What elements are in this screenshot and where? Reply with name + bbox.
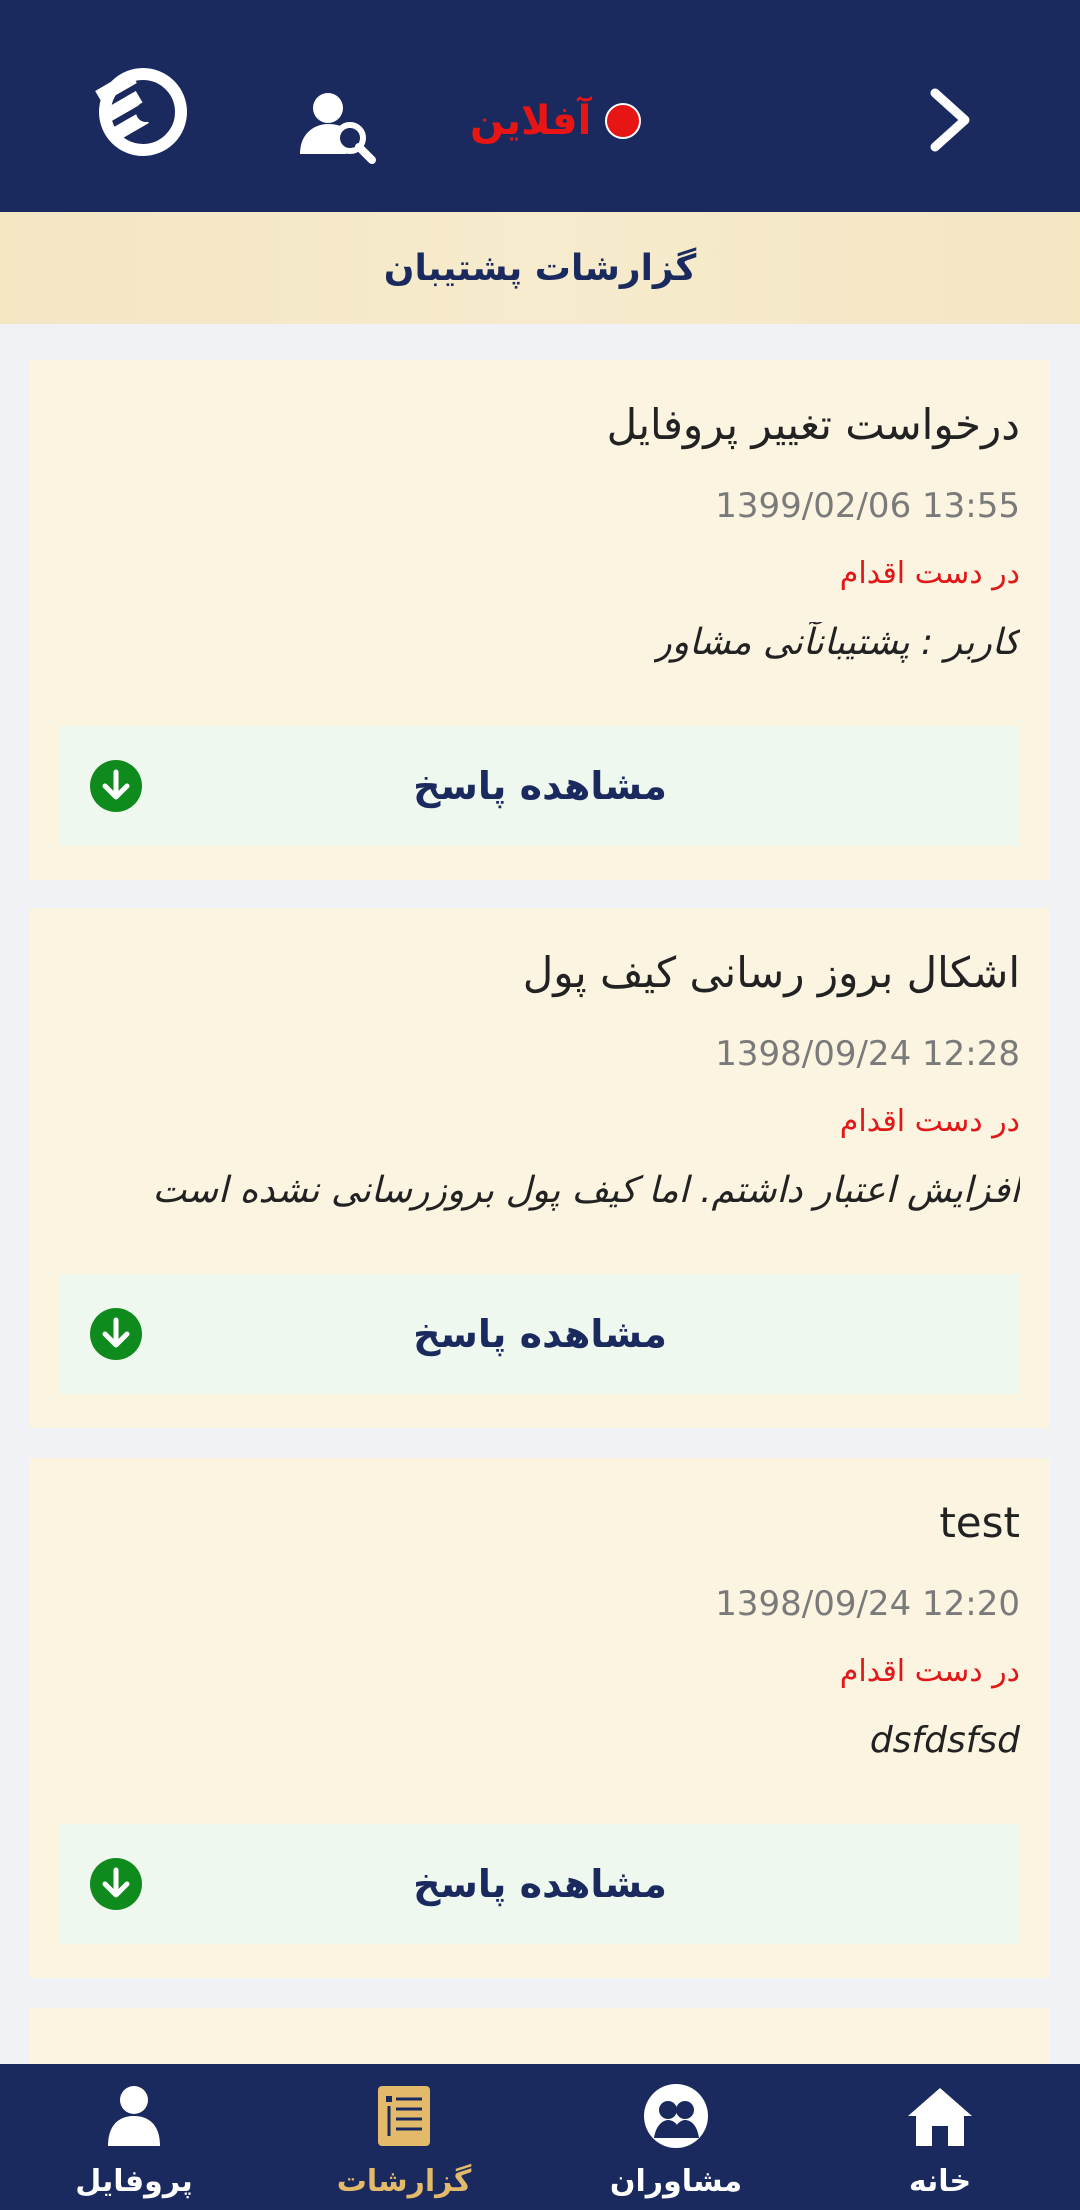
view-reply-label: مشاهده پاسخ — [413, 1862, 667, 1906]
app-logo-icon — [95, 68, 187, 156]
advisors-icon — [644, 2084, 708, 2148]
report-status: در دست اقدام — [839, 556, 1020, 591]
connection-status: آفلاین — [470, 96, 642, 146]
report-card — [30, 2008, 1050, 2064]
top-app-bar: آفلاین — [0, 0, 1080, 212]
report-status: در دست اقدام — [839, 1654, 1020, 1689]
nav-item-home[interactable]: خانه — [840, 2064, 1040, 2210]
app-logo — [88, 50, 188, 160]
arrow-down-circle-icon — [90, 760, 142, 812]
report-status: در دست اقدام — [839, 1104, 1020, 1139]
nav-item-profile[interactable]: پروفایل — [34, 2064, 234, 2210]
chevron-right-icon — [930, 88, 970, 152]
view-reply-button[interactable]: مشاهده پاسخ — [60, 1824, 1020, 1944]
status-dot-icon — [605, 103, 642, 139]
bottom-navigation: پروفایل گزارشات مشاوران خانه — [0, 2064, 1080, 2210]
arrow-down-circle-icon — [90, 1858, 142, 1910]
home-icon — [908, 2088, 972, 2146]
view-reply-button[interactable]: مشاهده پاسخ — [60, 726, 1020, 846]
report-date: 1398/09/24 12:28 — [715, 1034, 1020, 1074]
view-reply-label: مشاهده پاسخ — [413, 1312, 667, 1356]
nav-item-advisors[interactable]: مشاوران — [576, 2064, 776, 2210]
view-reply-button[interactable]: مشاهده پاسخ — [60, 1274, 1020, 1394]
profile-icon — [108, 2086, 160, 2146]
back-button[interactable] — [920, 80, 980, 160]
page-title-strip: گزارشات پشتیبان — [0, 212, 1080, 324]
nav-label-home: خانه — [908, 2164, 972, 2199]
nav-label-profile: پروفایل — [75, 2164, 193, 2199]
report-title: test — [939, 1498, 1020, 1547]
user-search-icon — [300, 93, 376, 164]
arrow-down-circle-icon — [90, 1308, 142, 1360]
report-title: اشکال بروز رسانی کیف پول — [522, 948, 1020, 997]
report-card: درخواست تغییر پروفایل 1399/02/06 13:55 د… — [30, 360, 1050, 880]
report-date: 1398/09/24 12:20 — [715, 1584, 1020, 1624]
report-card: test 1398/09/24 12:20 در دست اقدام dsfds… — [30, 1458, 1050, 1978]
report-body: کاربر : پشتیبانآنی مشاور — [654, 622, 1020, 663]
status-label: آفلاین — [470, 98, 592, 144]
report-body: dsfdsfsd — [869, 1720, 1020, 1761]
report-card: اشکال بروز رسانی کیف پول 1398/09/24 12:2… — [30, 908, 1050, 1428]
page-title: گزارشات پشتیبان — [383, 247, 697, 289]
view-reply-label: مشاهده پاسخ — [413, 764, 667, 808]
report-date: 1399/02/06 13:55 — [715, 486, 1020, 526]
user-search-button[interactable] — [298, 86, 378, 166]
reports-icon — [378, 2086, 430, 2146]
nav-label-advisors: مشاوران — [609, 2164, 743, 2199]
nav-item-reports[interactable]: گزارشات — [304, 2064, 504, 2210]
report-body: افزایش اعتبار داشتم. اما کیف پول بروزرسا… — [152, 1170, 1020, 1211]
report-title: درخواست تغییر پروفایل — [606, 400, 1020, 449]
nav-label-reports: گزارشات — [336, 2164, 472, 2199]
